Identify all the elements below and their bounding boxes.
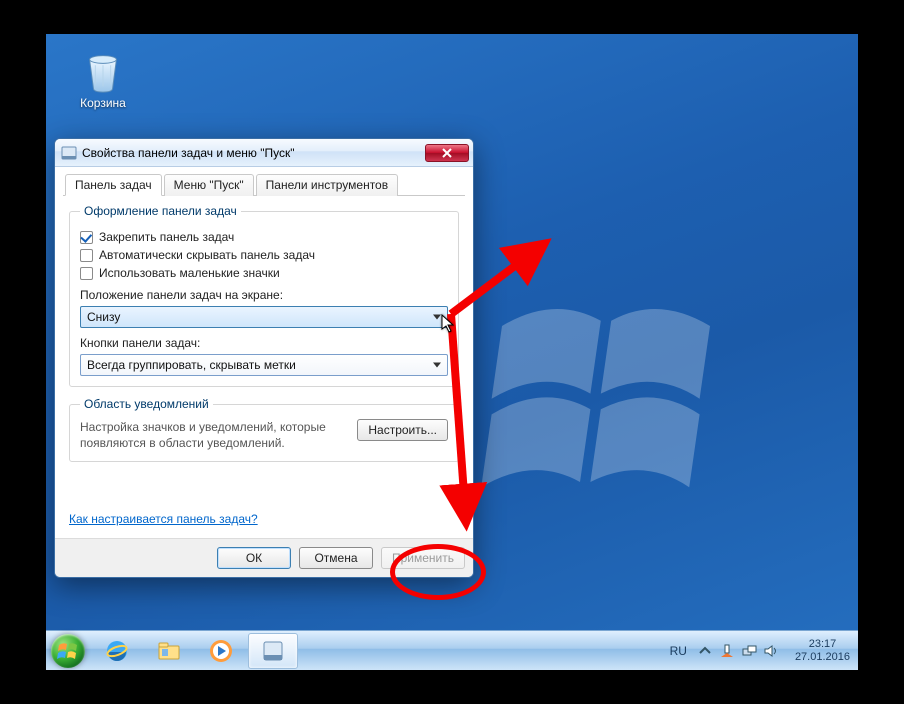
notification-group-legend: Область уведомлений <box>80 397 213 411</box>
close-icon <box>442 148 452 158</box>
checkbox-icon <box>80 231 93 244</box>
cancel-button[interactable]: Отмена <box>299 547 373 569</box>
close-button[interactable] <box>425 144 469 162</box>
internet-explorer-icon <box>104 638 130 664</box>
checkbox-lock-taskbar[interactable]: Закрепить панель задач <box>80 230 448 244</box>
tab-label: Панели инструментов <box>266 178 388 192</box>
system-tray: RU 23:17 27.01.2016 <box>670 638 850 663</box>
tab-content: Оформление панели задач Закрепить панель… <box>63 196 465 530</box>
file-explorer-icon <box>156 638 182 664</box>
checkbox-autohide-taskbar[interactable]: Автоматически скрывать панель задач <box>80 248 448 262</box>
recycle-bin-icon <box>80 48 126 94</box>
button-label: Отмена <box>314 551 357 565</box>
taskbar-pinned-items <box>92 633 298 669</box>
dialog-titlebar[interactable]: Свойства панели задач и меню "Пуск" <box>55 139 473 167</box>
help-link[interactable]: Как настраивается панель задач? <box>69 512 258 526</box>
position-label: Положение панели задач на экране: <box>80 288 448 302</box>
chevron-down-icon <box>433 363 441 368</box>
notification-area-group: Область уведомлений Настройка значков и … <box>69 397 459 462</box>
tray-network-icon[interactable] <box>741 643 757 659</box>
configure-button[interactable]: Настроить... <box>357 419 448 441</box>
apply-button[interactable]: Применить <box>381 547 465 569</box>
tab-startmenu[interactable]: Меню "Пуск" <box>164 174 254 196</box>
taskbar-item-properties-dialog[interactable] <box>248 633 298 669</box>
desktop-screen: Корзина Свойства панели задач и меню "Пу… <box>46 34 858 670</box>
windows-logo-icon <box>57 640 79 662</box>
combobox-value: Снизу <box>87 310 120 324</box>
tray-show-hidden-icon[interactable] <box>697 643 713 659</box>
button-label: Настроить... <box>368 423 437 437</box>
button-label: ОК <box>246 551 262 565</box>
checkbox-icon <box>80 249 93 262</box>
tab-taskbar[interactable]: Панель задач <box>65 174 162 196</box>
ok-button[interactable]: ОК <box>217 547 291 569</box>
media-player-icon <box>208 638 234 664</box>
notification-help-text: Настройка значков и уведомлений, которые… <box>80 419 347 451</box>
tab-toolbars[interactable]: Панели инструментов <box>256 174 398 196</box>
button-label: Применить <box>392 551 454 565</box>
tray-clock[interactable]: 23:17 27.01.2016 <box>795 638 850 663</box>
tray-volume-icon[interactable] <box>763 643 779 659</box>
taskbar-item-ie[interactable] <box>92 633 142 669</box>
taskbar: RU 23:17 27.01.2016 <box>46 630 858 670</box>
position-combobox[interactable]: Снизу <box>80 306 448 328</box>
checkbox-small-icons[interactable]: Использовать маленькие значки <box>80 266 448 280</box>
link-label: Как настраивается панель задач? <box>69 512 258 526</box>
taskbar-properties-icon <box>260 638 286 664</box>
start-button[interactable] <box>46 631 90 671</box>
buttons-label: Кнопки панели задач: <box>80 336 448 350</box>
tab-label: Меню "Пуск" <box>174 178 244 192</box>
taskbar-item-wmp[interactable] <box>196 633 246 669</box>
checkbox-label: Закрепить панель задач <box>99 230 234 244</box>
tab-label: Панель задач <box>75 178 152 192</box>
checkbox-label: Автоматически скрывать панель задач <box>99 248 315 262</box>
desktop-icon-recycle-bin[interactable]: Корзина <box>68 48 138 110</box>
tray-time: 23:17 <box>795 638 850 651</box>
taskbar-properties-dialog: Свойства панели задач и меню "Пуск" Пане… <box>54 138 474 578</box>
dialog-title-icon <box>61 145 77 161</box>
dialog-title: Свойства панели задач и меню "Пуск" <box>82 146 425 160</box>
buttons-combobox[interactable]: Всегда группировать, скрывать метки <box>80 354 448 376</box>
windows-logo-watermark <box>476 274 736 534</box>
tab-strip: Панель задач Меню "Пуск" Панели инструме… <box>63 173 465 196</box>
recycle-bin-label: Корзина <box>68 96 138 110</box>
tray-action-center-icon[interactable] <box>719 643 735 659</box>
appearance-group: Оформление панели задач Закрепить панель… <box>69 204 459 387</box>
checkbox-label: Использовать маленькие значки <box>99 266 280 280</box>
language-indicator[interactable]: RU <box>670 644 687 658</box>
combobox-value: Всегда группировать, скрывать метки <box>87 358 296 372</box>
appearance-group-legend: Оформление панели задач <box>80 204 241 218</box>
checkbox-icon <box>80 267 93 280</box>
chevron-down-icon <box>433 315 441 320</box>
tray-date: 27.01.2016 <box>795 651 850 664</box>
dialog-footer: ОК Отмена Применить <box>55 538 473 577</box>
taskbar-item-explorer[interactable] <box>144 633 194 669</box>
